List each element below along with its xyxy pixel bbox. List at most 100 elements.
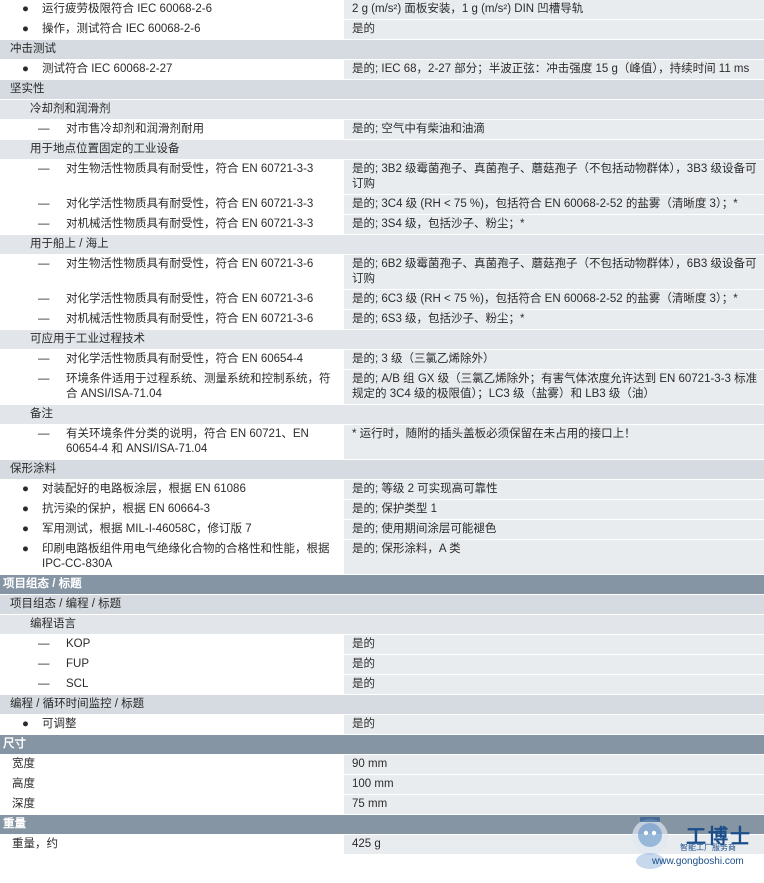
header-text: 项目组态 / 标题 [3,578,82,590]
table-row: ● 操作，测试符合 IEC 60068-2-6 是的 [0,20,764,40]
spec-label: — 有关环境条件分类的说明，符合 EN 60721、EN 60654-4 和 AN… [0,425,344,459]
bullet-icon: ● [22,23,29,35]
spec-value: 是的; 6C3 级 (RH < 75 %)，包括符合 EN 60068-2-52… [344,290,764,309]
category-header: 项目组态 / 编程 / 标题 [0,595,764,615]
spec-value: 是的 [344,655,764,674]
spec-value: 2 g (m/s²) 面板安装，1 g (m/s²) DIN 凹槽导轨 [344,0,764,19]
spec-label-text: 操作，测试符合 IEC 60068-2-6 [42,23,201,35]
table-row: ● 测试符合 IEC 60068-2-27 是的; IEC 68，2-27 部分；半… [0,60,764,80]
category-header: 保形涂料 [0,460,764,480]
dash-icon: — [38,638,50,650]
spec-label-text: 高度 [12,778,35,790]
spec-value: 是的; 保护类型 1 [344,500,764,519]
spec-value: 90 mm [344,755,764,774]
spec-label-text: 重量，约 [12,838,58,850]
spec-label-text: 对生物活性物质具有耐受性，符合 EN 60721-3-6 [66,258,314,270]
table-row: — 有关环境条件分类的说明，符合 EN 60721、EN 60654-4 和 AN… [0,425,764,460]
table-row: ● 对装配好的电路板涂层，根据 EN 61086 是的; 等级 2 可实现高可靠性 [0,480,764,500]
subcategory-header: 备注 [0,405,764,425]
dash-icon: — [38,258,50,270]
table-row: — 对机械活性物质具有耐受性，符合 EN 60721-3-3 是的; 3S4 级，包… [0,215,764,235]
spec-label-text: 对装配好的电路板涂层，根据 EN 61086 [42,483,246,495]
table-row: ● 运行疲劳极限符合 IEC 60068-2-6 2 g (m/s²) 面板安装，1… [0,0,764,20]
header-text: 编程 / 循环时间监控 / 标题 [10,698,145,710]
table-row: — 对机械活性物质具有耐受性，符合 EN 60721-3-6 是的; 6S3 级，包… [0,310,764,330]
spec-label-text: SCL [66,678,89,690]
table-row: — 对化学活性物质具有耐受性，符合 EN 60721-3-6 是的; 6C3 级 (… [0,290,764,310]
header-text: 编程语言 [30,618,76,630]
spec-label-text: KOP [66,638,91,650]
spec-label: ● 印刷电路板组件用电气绝缘化合物的合格性和性能，根据 IPC-CC-830A [0,540,344,574]
bullet-icon: ● [22,503,29,515]
table-row: — SCL 是的 [0,675,764,695]
spec-value: 是的; 等级 2 可实现高可靠性 [344,480,764,499]
spec-table: ● 运行疲劳极限符合 IEC 60068-2-6 2 g (m/s²) 面板安装，1… [0,0,764,855]
spec-label: 高度 [0,775,344,794]
spec-label-text: 印刷电路板组件用电气绝缘化合物的合格性和性能，根据 IPC-CC-830A [42,543,330,570]
spec-label-text: 对机械活性物质具有耐受性，符合 EN 60721-3-3 [66,218,314,230]
spec-label: — 对生物活性物质具有耐受性，符合 EN 60721-3-6 [0,255,344,289]
header-text: 保形涂料 [10,463,56,475]
spec-value: * 运行时，随附的插头盖板必须保留在未占用的接口上！ [344,425,764,459]
header-text: 尺寸 [3,738,26,750]
bullet-icon: ● [22,543,29,555]
spec-value: 是的 [344,715,764,734]
category-header: 冲击测试 [0,40,764,60]
spec-label-text: 对化学活性物质具有耐受性，符合 EN 60721-3-6 [66,293,314,305]
spec-label: — SCL [0,675,344,694]
spec-label: ● 操作，测试符合 IEC 60068-2-6 [0,20,344,39]
bullet-icon: ● [22,718,29,730]
bullet-icon: ● [22,3,29,15]
spec-label: — 对化学活性物质具有耐受性，符合 EN 60721-3-6 [0,290,344,309]
table-row: — KOP 是的 [0,635,764,655]
spec-label: 深度 [0,795,344,814]
watermark-url: www.gongboshi.com [652,856,744,867]
spec-value: 是的; 3C4 级 (RH < 75 %)，包括符合 EN 60068-2-52… [344,195,764,214]
spec-value: 是的; 使用期间涂层可能褪色 [344,520,764,539]
spec-label-text: 抗污染的保护，根据 EN 60664-3 [42,503,211,515]
table-row: — 对生物活性物质具有耐受性，符合 EN 60721-3-3 是的; 3B2 级霉菌… [0,160,764,195]
dash-icon: — [38,658,50,670]
spec-label-text: 宽度 [12,758,35,770]
spec-label-text: 测试符合 IEC 60068-2-27 [42,63,173,75]
table-row: ● 可调整 是的 [0,715,764,735]
spec-label-text: FUP [66,658,89,670]
header-text: 用于船上 / 海上 [30,238,109,250]
spec-label-text: 有关环境条件分类的说明，符合 EN 60721、EN 60654-4 和 ANS… [66,428,309,455]
header-text: 冷却剂和润滑剂 [30,103,111,115]
subcategory-header: 用于船上 / 海上 [0,235,764,255]
spec-label: ● 抗污染的保护，根据 EN 60664-3 [0,500,344,519]
spec-value: 是的; 3B2 级霉菌孢子、真菌孢子、蘑菇孢子（不包括动物群体），3B3 级设备… [344,160,764,194]
spec-label: — KOP [0,635,344,654]
table-row: — 对化学活性物质具有耐受性，符合 EN 60721-3-3 是的; 3C4 级 (… [0,195,764,215]
dash-icon: — [38,373,50,385]
header-text: 冲击测试 [10,43,56,55]
spec-label-text: 环境条件适用于过程系统、测量系统和控制系统，符合 ANSI/ISA-71.04 [66,373,331,400]
spec-label: ● 军用测试，根据 MIL-I-46058C，修订版 7 [0,520,344,539]
table-row: ● 印刷电路板组件用电气绝缘化合物的合格性和性能，根据 IPC-CC-830A 是的… [0,540,764,575]
spec-label-text: 对市售冷却剂和润滑剂耐用 [66,123,204,135]
table-row: — 对化学活性物质具有耐受性，符合 EN 60654-4 是的; 3 级（三氯乙烯除… [0,350,764,370]
spec-value: 是的; IEC 68，2-27 部分；半波正弦：冲击强度 15 g（峰值），持续… [344,60,764,79]
spec-label: ● 运行疲劳极限符合 IEC 60068-2-6 [0,0,344,19]
dash-icon: — [38,678,50,690]
dash-icon: — [38,123,50,135]
table-row: ● 军用测试，根据 MIL-I-46058C，修订版 7 是的; 使用期间涂层可能褪… [0,520,764,540]
dash-icon: — [38,293,50,305]
spec-value: 是的 [344,20,764,39]
table-row: — 环境条件适用于过程系统、测量系统和控制系统，符合 ANSI/ISA-71.04… [0,370,764,405]
header-text: 可应用于工业过程技术 [30,333,145,345]
spec-value: 是的; 6B2 级霉菌孢子、真菌孢子、蘑菇孢子（不包括动物群体），6B3 级设备… [344,255,764,289]
header-text: 备注 [30,408,53,420]
table-row: ● 抗污染的保护，根据 EN 60664-3 是的; 保护类型 1 [0,500,764,520]
spec-value: 是的; 保形涂料，A 类 [344,540,764,574]
spec-label-text: 运行疲劳极限符合 IEC 60068-2-6 [42,3,212,15]
spec-label-text: 军用测试，根据 MIL-I-46058C，修订版 7 [42,523,252,535]
spec-label: — FUP [0,655,344,674]
spec-value: 是的 [344,635,764,654]
section-header: 尺寸 [0,735,764,755]
table-row: — 对市售冷却剂和润滑剂耐用 是的; 空气中有柴油和油滴 [0,120,764,140]
table-row: — 对生物活性物质具有耐受性，符合 EN 60721-3-6 是的; 6B2 级霉菌… [0,255,764,290]
spec-label-text: 对生物活性物质具有耐受性，符合 EN 60721-3-3 [66,163,314,175]
dash-icon: — [38,428,50,440]
